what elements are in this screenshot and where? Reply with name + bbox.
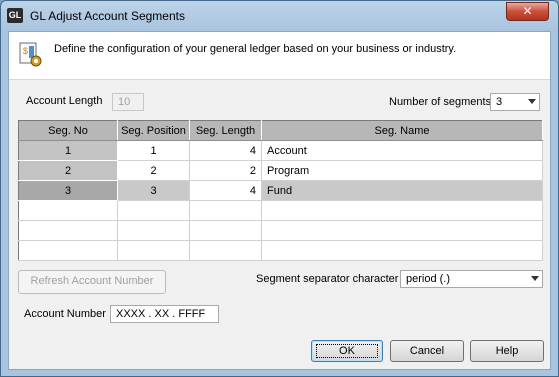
seg-name-cell[interactable]: Fund — [261, 180, 543, 201]
chevron-down-icon — [528, 99, 536, 104]
col-header-seg-length[interactable]: Seg. Length — [189, 120, 262, 141]
separator-label: Segment separator character — [256, 273, 399, 285]
focus-ring — [316, 344, 378, 358]
empty-row — [18, 220, 543, 241]
seg-position-cell[interactable]: 3 — [117, 180, 190, 201]
empty-row — [18, 200, 543, 221]
seg-no-cell[interactable]: 2 — [18, 160, 118, 181]
dialog-body: $ Define the configuration of your gener… — [8, 31, 551, 370]
document-gear-icon: $ — [19, 42, 42, 67]
num-segments-select[interactable]: 3 — [490, 93, 540, 111]
header-band: $ Define the configuration of your gener… — [9, 32, 550, 80]
seg-name-cell[interactable]: Account — [261, 140, 543, 161]
title-bar[interactable]: GL GL Adjust Account Segments ✕ — [1, 1, 558, 31]
close-icon: ✕ — [522, 4, 533, 18]
ok-button[interactable]: OK — [311, 340, 383, 362]
seg-length-cell[interactable]: 4 — [189, 180, 262, 201]
col-header-seg-name[interactable]: Seg. Name — [261, 120, 543, 141]
seg-no-cell[interactable]: 3 — [18, 180, 118, 201]
num-segments-label: Number of segments — [389, 96, 492, 108]
window-title: GL Adjust Account Segments — [30, 9, 185, 23]
table-row-selected[interactable]: 3 3 4 Fund — [18, 180, 543, 201]
dialog-window: GL GL Adjust Account Segments ✕ $ Define… — [0, 0, 559, 377]
cancel-button[interactable]: Cancel — [390, 340, 464, 362]
separator-select[interactable]: period (.) — [400, 270, 543, 288]
grid-header-row: Seg. No Seg. Position Seg. Length Seg. N… — [18, 120, 543, 141]
table-row[interactable]: 2 2 2 Program — [18, 160, 543, 181]
seg-length-cell[interactable]: 4 — [189, 140, 262, 161]
seg-name-cell[interactable]: Program — [261, 160, 543, 181]
account-length-field: 10 — [112, 93, 144, 111]
empty-row — [18, 240, 543, 261]
segments-grid[interactable]: Seg. No Seg. Position Seg. Length Seg. N… — [18, 120, 543, 261]
table-row[interactable]: 1 1 4 Account — [18, 140, 543, 161]
account-number-field: XXXX . XX . FFFF — [110, 305, 219, 323]
chevron-down-icon — [531, 276, 539, 281]
num-segments-value: 3 — [496, 96, 503, 108]
seg-length-cell[interactable]: 2 — [189, 160, 262, 181]
gl-app-icon: GL — [7, 8, 23, 23]
seg-no-cell[interactable]: 1 — [18, 140, 118, 161]
account-number-label: Account Number — [24, 308, 106, 320]
account-length-label: Account Length — [26, 95, 103, 107]
separator-value: period (.) — [406, 273, 451, 285]
header-description: Define the configuration of your general… — [54, 43, 457, 55]
col-header-seg-position[interactable]: Seg. Position — [117, 120, 190, 141]
close-button[interactable]: ✕ — [506, 2, 549, 21]
svg-text:$: $ — [23, 46, 28, 56]
seg-position-cell[interactable]: 2 — [117, 160, 190, 181]
help-button[interactable]: Help — [470, 340, 544, 362]
refresh-account-number-button[interactable]: Refresh Account Number — [18, 270, 166, 294]
seg-position-cell[interactable]: 1 — [117, 140, 190, 161]
col-header-seg-no[interactable]: Seg. No — [18, 120, 118, 141]
